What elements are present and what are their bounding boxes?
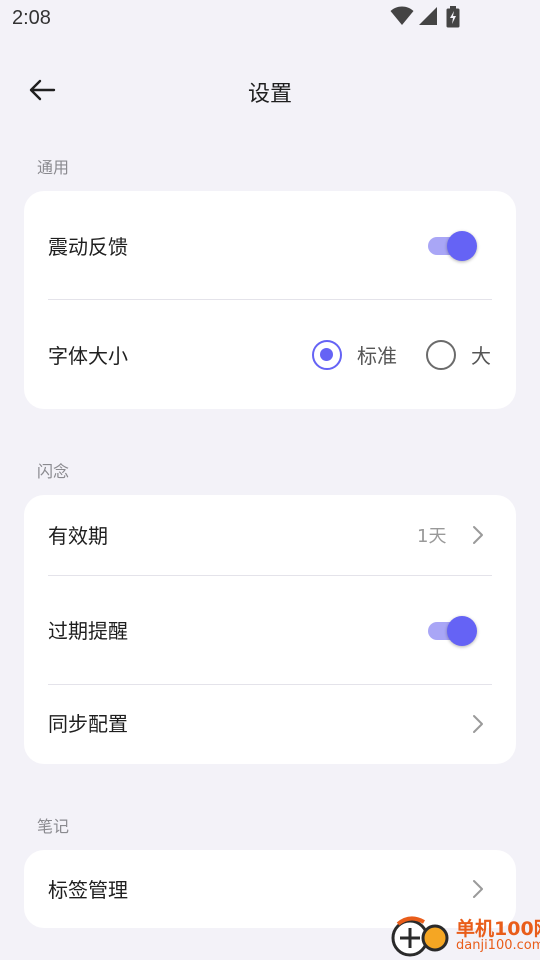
watermark-logo: 单机100网 danji100.com	[388, 912, 540, 960]
font-size-label: 字体大小	[48, 344, 128, 368]
sync-config-label: 同步配置	[48, 712, 128, 736]
radio-standard-label[interactable]: 标准	[357, 340, 397, 369]
row-sync-config[interactable]: 同步配置	[24, 685, 516, 764]
watermark-logo-icon	[391, 916, 449, 957]
toggle-thumb	[447, 616, 477, 646]
wifi-icon	[390, 6, 414, 25]
signal-icon	[419, 7, 437, 25]
chevron-right-icon	[473, 526, 483, 544]
row-font-size: 字体大小 标准 大	[24, 300, 516, 409]
row-validity[interactable]: 有效期 1天	[24, 495, 516, 575]
status-bar: 2:08	[0, 0, 540, 36]
section-label-flash: 闪念	[37, 462, 70, 481]
app-bar: 设置	[0, 60, 540, 120]
page-title: 设置	[247, 82, 292, 107]
chevron-right-icon	[473, 880, 483, 898]
card-general: 震动反馈 字体大小 标准 大	[24, 191, 516, 409]
row-vibration-feedback[interactable]: 震动反馈	[24, 191, 516, 299]
watermark-title: 单机100网	[456, 918, 540, 940]
status-time: 2:08	[12, 7, 51, 29]
radio-large-label[interactable]: 大	[471, 340, 491, 369]
toggle-thumb	[447, 231, 477, 261]
watermark-url: danji100.com	[456, 938, 540, 953]
card-flash: 有效期 1天 过期提醒 同步配置	[24, 495, 516, 764]
vibration-feedback-toggle[interactable]	[426, 228, 482, 262]
expire-remind-toggle[interactable]	[426, 613, 482, 647]
validity-label: 有效期	[48, 524, 108, 548]
validity-value: 1天	[417, 526, 447, 547]
radio-large[interactable]	[426, 340, 456, 370]
section-label-notes: 笔记	[37, 817, 70, 836]
radio-standard[interactable]	[312, 340, 342, 370]
expire-remind-label: 过期提醒	[48, 619, 128, 643]
section-label-general: 通用	[37, 158, 70, 177]
tag-manage-label: 标签管理	[48, 878, 128, 902]
chevron-right-icon	[473, 715, 483, 733]
battery-charging-icon	[446, 6, 460, 28]
vibration-feedback-label: 震动反馈	[48, 235, 128, 259]
row-expire-remind[interactable]: 过期提醒	[24, 576, 516, 684]
